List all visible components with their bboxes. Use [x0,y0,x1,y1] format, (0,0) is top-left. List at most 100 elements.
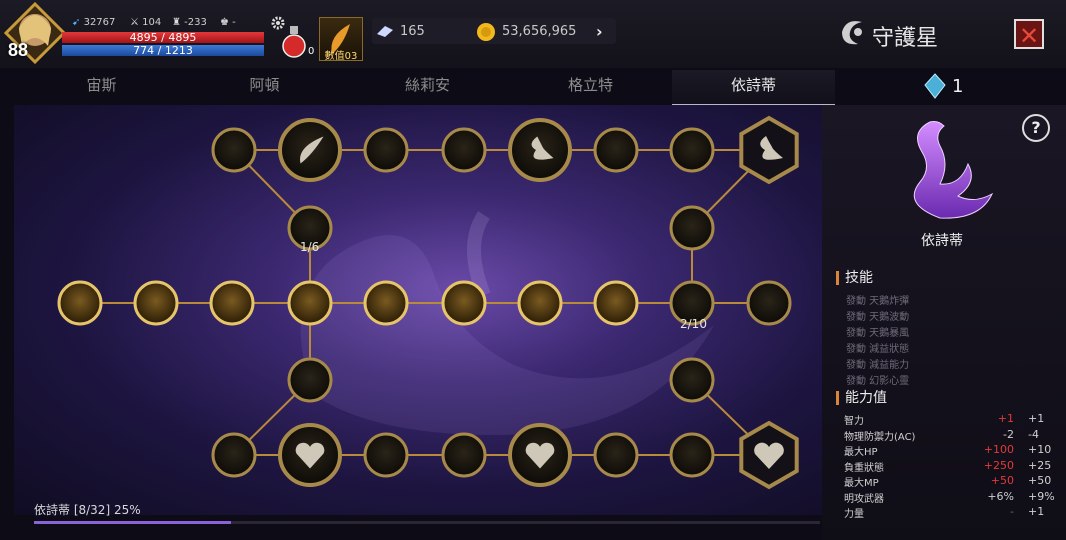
ability-bonus: +25 [1028,458,1052,472]
power-icon: ➹ [72,17,81,28]
constellation-progress-bar [34,521,820,524]
ability-bonus: +50 [1028,474,1052,487]
ability-value: +50 [990,474,1014,487]
ability-label: 力量 [844,509,864,520]
ability-value: - [1010,505,1014,518]
ability-label: 負重狀態 [844,462,884,474]
major-star-node[interactable] [508,423,572,487]
tab-zeus[interactable]: 宙斯 [20,70,183,104]
star-node[interactable] [363,127,409,173]
stat3-value: -233 [184,17,207,28]
stat-three: ♜ -233 [172,17,207,28]
ability-label: 最大MP [844,478,879,489]
star-node[interactable] [211,127,257,173]
stat2-value: 104 [142,17,162,28]
chevron-right-icon[interactable]: › [596,22,603,41]
guardian-star-icon [842,21,862,45]
branch-node-level: 1/6 [300,240,320,254]
star-node[interactable] [517,280,563,326]
star-node[interactable] [209,280,255,326]
ability-label: 智力 [844,416,864,427]
skill-item: 發動 天鵝波動 [846,312,910,323]
ability-value: +250 [983,458,1014,472]
star-node[interactable] [441,280,487,326]
ability-bonus: +10 [1028,443,1052,456]
skill-item: 發動 減益狀態 [846,344,910,355]
skill-item: 發動 減益能力 [846,360,910,371]
ability-bonus: +1 [1028,412,1045,425]
abilities-section-title: 能力值 [836,391,887,405]
star-node[interactable] [746,280,792,326]
progress-fill [34,521,231,524]
star-node[interactable] [287,357,333,403]
skill-item: 發動 幻影心靈 [846,376,910,387]
star-node[interactable] [211,432,257,478]
hp-text: 4895 / 4895 [129,31,197,44]
ability-label: 明攻武器 [844,493,884,505]
stat-two: ⚔ 104 [130,17,161,28]
star-node[interactable] [57,280,103,326]
potion-count: 0 [308,46,315,57]
quick-item-label: 數值03 [324,51,358,62]
star-node[interactable] [593,280,639,326]
constellation-node-graph [57,115,799,490]
skills-section-title: 技能 [836,271,873,285]
hp-bar: 4895 / 4895 [62,32,264,43]
star-node[interactable] [669,357,715,403]
major-star-node[interactable] [508,118,572,182]
tab-silian[interactable]: 絲莉安 [346,70,509,104]
star-node[interactable] [441,127,487,173]
combat-power-stat: ➹ 32767 [72,17,115,28]
major-star-node[interactable] [278,118,342,182]
star-node[interactable] [287,280,333,326]
gold-count: 53,656,965 [502,24,577,39]
ability-bonus: +1 [1028,505,1045,518]
stat2-icon: ⚔ [130,17,139,28]
ability-value: -2 [1003,427,1014,441]
star-node[interactable] [593,432,639,478]
star-crystal-count: 1 [952,76,964,97]
ability-bonus: +9% [1028,489,1055,503]
star-node[interactable] [593,127,639,173]
potion-icon[interactable] [278,24,310,58]
constellation-board [14,105,822,515]
ability-label: 物理防禦力(AC) [844,431,916,443]
mp-text: 774 / 1213 [133,44,193,57]
star-node[interactable] [133,280,179,326]
star-crystal-icon [924,73,946,99]
constellation-tabs: 宙斯 阿頓 絲莉安 格立特 依詩蒂 [20,70,836,106]
help-button[interactable]: ? [1022,114,1050,142]
ability-value: +6% [987,489,1014,503]
star-node[interactable] [363,280,409,326]
ability-label: 最大HP [844,447,878,458]
star-node[interactable] [669,127,715,173]
star-node[interactable] [441,432,487,478]
tab-aton[interactable]: 阿頓 [183,70,346,104]
swan-constellation-emblem [913,121,994,219]
gem-icon [377,26,393,37]
trophy-icon: ♚ [220,17,229,28]
ability-value: +1 [997,412,1014,425]
power-value: 32767 [83,17,116,28]
star-node[interactable] [669,432,715,478]
major-star-node[interactable] [278,423,342,487]
skill-item: 發動 天鵝暴風 [846,328,910,339]
stat3-icon: ♜ [172,17,181,28]
stat4-value: - [232,17,236,28]
player-level: 88 [8,40,29,60]
tab-gerit[interactable]: 格立特 [509,70,672,104]
ability-value: +100 [983,443,1014,456]
mp-bar: 774 / 1213 [62,45,264,56]
page-title: 守護星 [872,26,939,51]
skill-item: 發動 天鵝炸彈 [846,296,910,307]
gem-count: 165 [400,24,425,39]
constellation-progress-text: 依詩蒂 [8/32] 25% [34,503,141,517]
close-button[interactable]: ✕ [1014,19,1044,50]
star-node[interactable] [363,432,409,478]
star-node[interactable] [669,205,715,251]
constellation-name: 依詩蒂 [921,233,963,249]
gold-coin-icon [477,23,495,41]
tab-yishidi[interactable]: 依詩蒂 [672,70,835,106]
ability-bonus: -4 [1028,427,1039,441]
stat-four: ♚ - [220,17,236,28]
